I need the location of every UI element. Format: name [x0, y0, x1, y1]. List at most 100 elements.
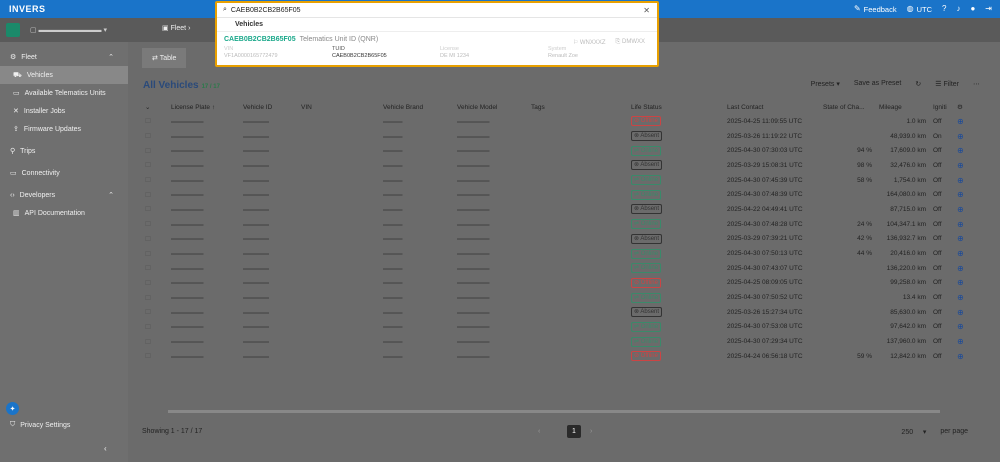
help-icon[interactable]: ?	[942, 5, 946, 13]
sidebar-item-connectivity[interactable]: ▭ Connectivity	[0, 164, 128, 182]
row-checkbox[interactable]: ☐	[142, 232, 168, 247]
tab-table[interactable]: ⇄ Table	[142, 48, 187, 68]
table-row[interactable]: ☐ ▬▬▬▬▬ ▬▬▬▬ ▬▬▬ ▬▬▬▬▬ ⇌ Online 2025-04-30 07:…	[142, 334, 974, 349]
expand-all-icon[interactable]: ⌄	[142, 100, 168, 114]
column-ignition[interactable]: Igniti	[930, 100, 954, 114]
column-life-status[interactable]: Life Status	[628, 100, 724, 114]
table-row[interactable]: ☐ ▬▬▬▬▬ ▬▬▬▬ ▬▬▬ ▬▬▬▬▬ ⊗ Absent 2025-03-29 07:…	[142, 232, 974, 247]
table-row[interactable]: ☐ ▬▬▬▬▬ ▬▬▬▬ ▬▬▬ ▬▬▬▬▬ ⇌ Online 2025-04-30 07:…	[142, 246, 974, 261]
organization-selector[interactable]: ▢ ▬▬▬▬▬▬▬▬▬ ▾	[30, 26, 107, 34]
zoom-icon[interactable]: ⊕	[954, 305, 974, 320]
zoom-icon[interactable]: ⊕	[954, 232, 974, 247]
model-cell: ▬▬▬▬▬	[457, 323, 490, 331]
sidebar-item-developers[interactable]: ‹› Developers ⌃	[0, 186, 128, 204]
close-icon[interactable]: ✕	[643, 6, 650, 15]
row-checkbox[interactable]: ☐	[142, 217, 168, 232]
column-vin[interactable]: VIN	[298, 100, 380, 114]
zoom-icon[interactable]: ⊕	[954, 320, 974, 335]
zoom-icon[interactable]: ⊕	[954, 217, 974, 232]
table-row[interactable]: ☐ ▬▬▬▬▬ ▬▬▬▬ ▬▬▬ ▬▬▬▬▬ ⇌ Online 2025-04-30 07:…	[142, 290, 974, 305]
column-vehicle-brand[interactable]: Vehicle Brand	[380, 100, 454, 114]
zoom-icon[interactable]: ⊕	[954, 261, 974, 276]
table-row[interactable]: ☐ ▬▬▬▬▬ ▬▬▬▬ ▬▬▬ ▬▬▬▬▬ ⇌ Online 2025-04-30 07:…	[142, 217, 974, 232]
per-page-select[interactable]: 250 ▾	[901, 428, 926, 436]
search-input[interactable]	[230, 6, 631, 14]
row-checkbox[interactable]: ☐	[142, 143, 168, 158]
logout-icon[interactable]: ⇥	[985, 5, 992, 13]
timezone-button[interactable]: ◍ UTC	[907, 5, 932, 14]
refresh-icon[interactable]: ↻	[915, 80, 921, 88]
column-vehicle-id[interactable]: Vehicle ID	[240, 100, 298, 114]
feedback-button[interactable]: ✎ Feedback	[854, 5, 897, 14]
privacy-settings-link[interactable]: ⛉ Privacy Settings	[10, 421, 70, 429]
more-icon[interactable]: ⋯	[973, 80, 980, 88]
column-state-of-charge[interactable]: State of Cha...	[820, 100, 876, 114]
table-row[interactable]: ☐ ▬▬▬▬▬ ▬▬▬▬ ▬▬▬ ▬▬▬▬▬ ⇌ Online 2025-04-30 07:…	[142, 143, 974, 158]
zoom-icon[interactable]: ⊕	[954, 202, 974, 217]
filter-button[interactable]: ☰ Filter	[935, 80, 959, 88]
zoom-icon[interactable]: ⊕	[954, 129, 974, 144]
sidebar-item-telematics[interactable]: ▭ Available Telematics Units	[0, 84, 128, 102]
column-last-contact[interactable]: Last Contact	[724, 100, 820, 114]
next-page-icon[interactable]: ›	[590, 428, 592, 435]
sidebar-item-vehicles[interactable]: ⛟ Vehicles	[0, 66, 128, 84]
row-checkbox[interactable]: ☐	[142, 187, 168, 202]
zoom-icon[interactable]: ⊕	[954, 158, 974, 173]
row-checkbox[interactable]: ☐	[142, 320, 168, 335]
sidebar-item-fleet[interactable]: ⚙ Fleet ⌃	[0, 48, 128, 66]
table-row[interactable]: ☐ ▬▬▬▬▬ ▬▬▬▬ ▬▬▬ ▬▬▬▬▬ ⊘ Offline 2025-04-24 06…	[142, 349, 974, 364]
row-checkbox[interactable]: ☐	[142, 202, 168, 217]
row-checkbox[interactable]: ☐	[142, 349, 168, 364]
row-checkbox[interactable]: ☐	[142, 305, 168, 320]
table-row[interactable]: ☐ ▬▬▬▬▬ ▬▬▬▬ ▬▬▬ ▬▬▬▬▬ ⇌ Online 2025-04-30 07:…	[142, 173, 974, 188]
table-row[interactable]: ☐ ▬▬▬▬▬ ▬▬▬▬ ▬▬▬ ▬▬▬▬▬ ⇌ Online 2025-04-30 07:…	[142, 187, 974, 202]
row-checkbox[interactable]: ☐	[142, 276, 168, 291]
row-checkbox[interactable]: ☐	[142, 173, 168, 188]
column-license-plate[interactable]: License Plate ↑	[168, 100, 240, 114]
row-checkbox[interactable]: ☐	[142, 246, 168, 261]
row-checkbox[interactable]: ☐	[142, 158, 168, 173]
table-row[interactable]: ☐ ▬▬▬▬▬ ▬▬▬▬ ▬▬▬ ▬▬▬▬▬ ⊗ Absent 2025-03-29 15:…	[142, 158, 974, 173]
app-switcher-icon[interactable]	[6, 23, 20, 37]
zoom-icon[interactable]: ⊕	[954, 334, 974, 349]
column-vehicle-model[interactable]: Vehicle Model	[454, 100, 528, 114]
row-checkbox[interactable]: ☐	[142, 334, 168, 349]
zoom-icon[interactable]: ⊕	[954, 143, 974, 158]
table-row[interactable]: ☐ ▬▬▬▬▬ ▬▬▬▬ ▬▬▬ ▬▬▬▬▬ ⇌ Online 2025-04-30 07:…	[142, 261, 974, 276]
zoom-icon[interactable]: ⊕	[954, 349, 974, 364]
table-row[interactable]: ☐ ▬▬▬▬▬ ▬▬▬▬ ▬▬▬ ▬▬▬▬▬ ⊘ Offline 2025-04-25 11…	[142, 114, 974, 129]
column-mileage[interactable]: Mileage	[876, 100, 930, 114]
save-preset-button[interactable]: Save as Preset	[854, 80, 901, 88]
lightbulb-icon[interactable]: ✦	[6, 402, 19, 415]
horizontal-scrollbar[interactable]	[168, 410, 940, 413]
zoom-icon[interactable]: ⊕	[954, 276, 974, 291]
brand-logo[interactable]: INVERS	[9, 4, 46, 14]
zoom-icon[interactable]: ⊕	[954, 114, 974, 129]
column-settings-icon[interactable]: ⚙	[954, 100, 974, 114]
breadcrumb-fleet[interactable]: ▣ Fleet ›	[162, 24, 190, 32]
prev-page-icon[interactable]: ‹	[538, 428, 540, 435]
collapse-sidebar-icon[interactable]: ‹	[104, 444, 107, 453]
table-row[interactable]: ☐ ▬▬▬▬▬ ▬▬▬▬ ▬▬▬ ▬▬▬▬▬ ⊘ Offline 2025-04-25 08…	[142, 276, 974, 291]
sidebar-item-installer[interactable]: ✕ Installer Jobs	[0, 102, 128, 120]
zoom-icon[interactable]: ⊕	[954, 187, 974, 202]
sidebar-item-firmware[interactable]: ⇪ Firmware Updates	[0, 120, 128, 138]
row-checkbox[interactable]: ☐	[142, 290, 168, 305]
row-checkbox[interactable]: ☐	[142, 129, 168, 144]
zoom-icon[interactable]: ⊕	[954, 246, 974, 261]
sidebar-item-trips[interactable]: ⚲ Trips	[0, 142, 128, 160]
table-row[interactable]: ☐ ▬▬▬▬▬ ▬▬▬▬ ▬▬▬ ▬▬▬▬▬ ⊗ Absent 2025-03-26 11:…	[142, 129, 974, 144]
row-checkbox[interactable]: ☐	[142, 114, 168, 129]
column-tags[interactable]: Tags	[528, 100, 628, 114]
row-checkbox[interactable]: ☐	[142, 261, 168, 276]
table-row[interactable]: ☐ ▬▬▬▬▬ ▬▬▬▬ ▬▬▬ ▬▬▬▬▬ ⇌ Online 2025-04-30 07:…	[142, 320, 974, 335]
page-1-button[interactable]: 1	[567, 425, 581, 438]
table-row[interactable]: ☐ ▬▬▬▬▬ ▬▬▬▬ ▬▬▬ ▬▬▬▬▬ ⊗ Absent 2025-04-22 04:…	[142, 202, 974, 217]
presets-dropdown[interactable]: Presets ▾	[811, 80, 840, 88]
user-icon[interactable]: ●	[970, 5, 975, 13]
zoom-icon[interactable]: ⊕	[954, 290, 974, 305]
sidebar-item-api[interactable]: ▥ API Documentation	[0, 204, 128, 222]
table-row[interactable]: ☐ ▬▬▬▬▬ ▬▬▬▬ ▬▬▬ ▬▬▬▬▬ ⊗ Absent 2025-03-26 15:…	[142, 305, 974, 320]
bell-icon[interactable]: ♪	[956, 5, 960, 13]
zoom-icon[interactable]: ⊕	[954, 173, 974, 188]
